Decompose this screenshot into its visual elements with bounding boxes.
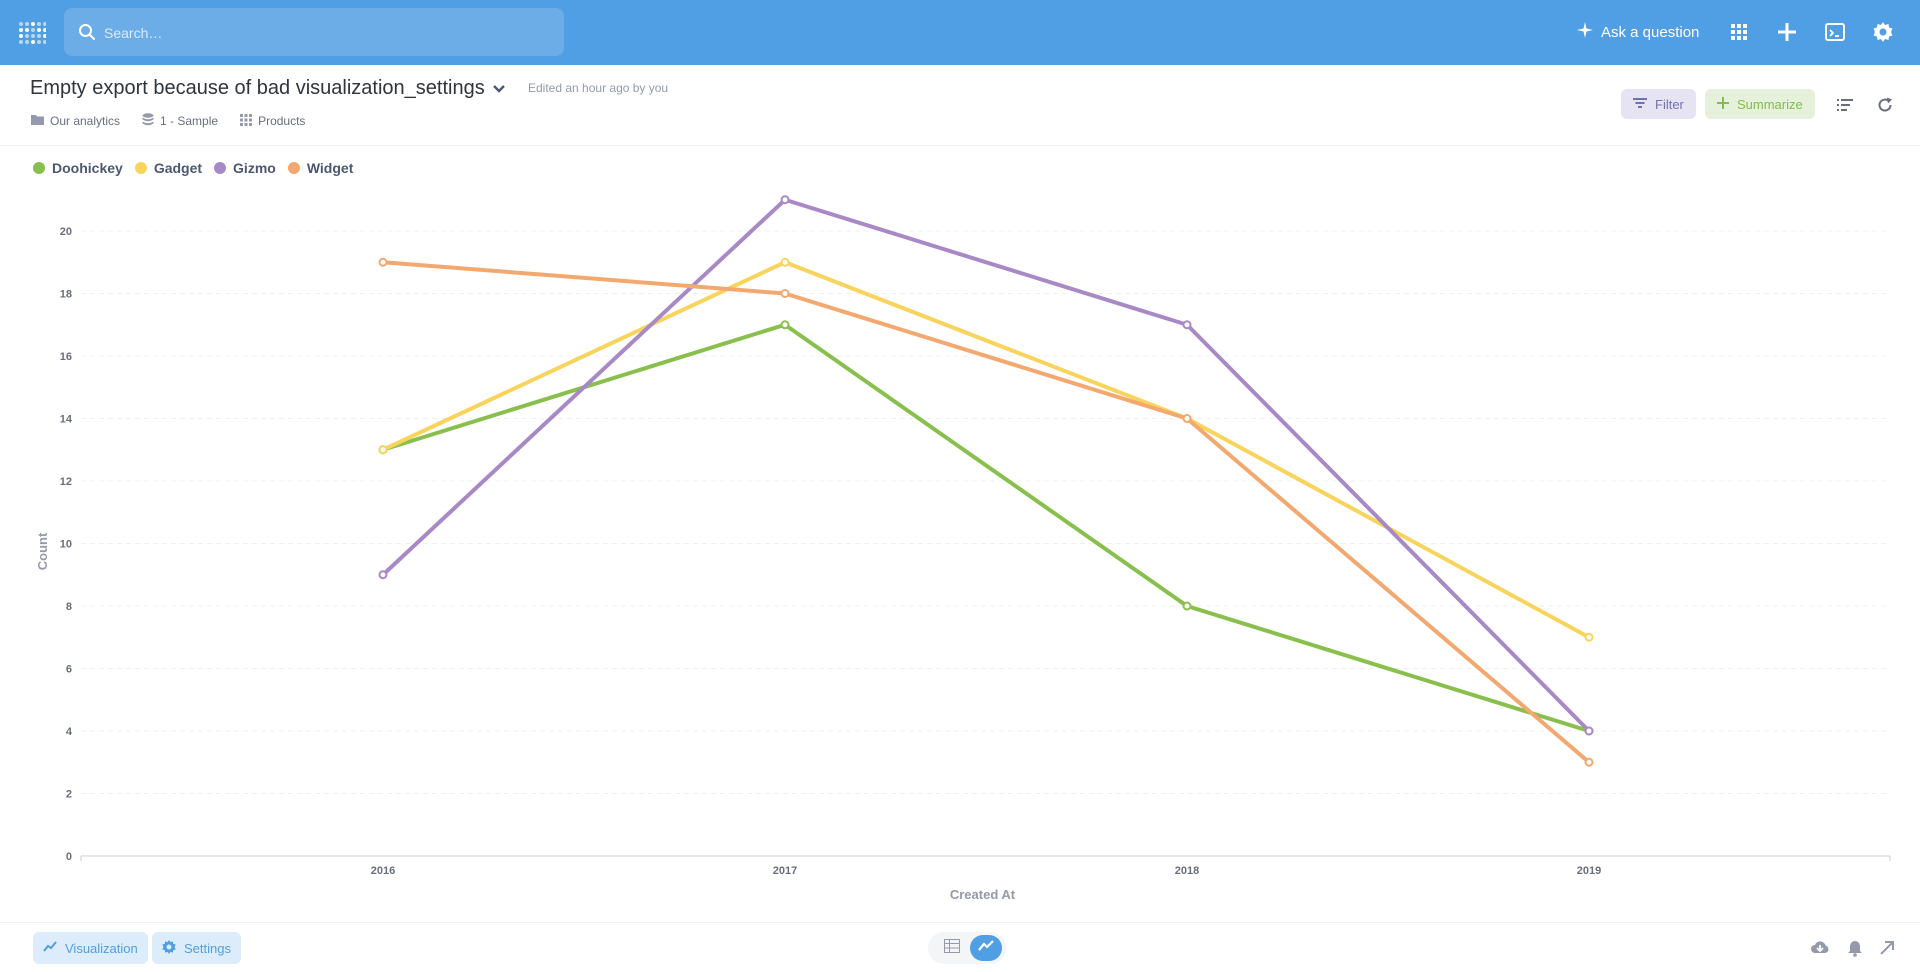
sql-editor-icon[interactable] (1823, 20, 1847, 44)
filter-label: Filter (1655, 96, 1684, 112)
series-line-gadget[interactable] (381, 260, 1591, 640)
metabase-logo-icon[interactable] (18, 18, 47, 48)
legend-item-widget[interactable]: Widget (287, 160, 354, 176)
filter-icon (1633, 97, 1647, 112)
question-header: Empty export because of bad visualizatio… (0, 65, 1920, 146)
legend-item-doohickey[interactable]: Doohickey (33, 160, 123, 176)
data-point-gadget[interactable] (378, 445, 388, 455)
y-tick-label: 6 (66, 664, 72, 676)
data-point-doohickey[interactable] (780, 320, 790, 330)
notebook-list-icon[interactable] (1836, 96, 1854, 114)
data-point-widget[interactable] (1182, 414, 1192, 423)
visualization-button[interactable]: Visualization (33, 932, 148, 964)
y-tick-label: 4 (66, 726, 73, 738)
legend-item-gizmo[interactable]: Gizmo (214, 160, 276, 176)
legend-label: Gizmo (233, 160, 276, 176)
x-tick-label: 2019 (1577, 865, 1601, 877)
series-line-widget[interactable] (381, 260, 1591, 765)
page-title[interactable]: Empty export because of bad visualizatio… (30, 77, 485, 100)
plus-icon[interactable] (1775, 20, 1799, 44)
search-input[interactable] (102, 8, 546, 58)
x-axis-label: Created At (950, 887, 1016, 902)
edited-info[interactable]: Edited an hour ago by you (528, 81, 668, 95)
legend-label: Gadget (153, 160, 203, 176)
legend-dot (33, 162, 45, 174)
line-chart: 0 2 4 6 8 10 12 14 16 18 20 2016 2017 2018 2019 Created… (35, 195, 1891, 902)
data-point-widget[interactable] (378, 257, 388, 267)
gear-icon (162, 939, 176, 957)
plus-icon (1717, 96, 1729, 112)
y-tick-label: 12 (60, 476, 72, 488)
legend-item-gadget[interactable]: Gadget (134, 160, 203, 176)
y-tick-label: 18 (60, 289, 72, 301)
y-tick-label: 20 (60, 226, 72, 238)
data-point-gizmo[interactable] (1182, 320, 1192, 330)
settings-label: Settings (184, 940, 231, 956)
table-icon (944, 938, 960, 958)
data-point-gadget[interactable] (1584, 632, 1594, 642)
top-navbar: Ask a question (0, 0, 1920, 65)
grid-icon[interactable] (1727, 20, 1751, 44)
line-chart-icon (43, 940, 57, 956)
expand-arrow-icon[interactable] (1877, 938, 1897, 958)
summarize-button[interactable]: Summarize (1705, 89, 1815, 119)
breadcrumb-collection-label: Our analytics (50, 114, 121, 128)
footer-bar: Visualization Settings (0, 922, 1920, 972)
data-point-widget[interactable] (1584, 757, 1594, 767)
y-tick-label: 0 (66, 851, 72, 863)
legend-label: Widget (306, 160, 354, 176)
data-point-widget[interactable] (780, 289, 790, 298)
legend-dot (134, 162, 147, 174)
data-point-gizmo[interactable] (1584, 726, 1594, 736)
y-axis-label: Count (35, 532, 50, 570)
breadcrumb-table-label: Products (258, 114, 306, 128)
filter-button[interactable]: Filter (1621, 89, 1696, 119)
visualization-label: Visualization (65, 940, 138, 956)
x-tick-label: 2017 (773, 865, 797, 877)
chart-view-toggle[interactable] (970, 935, 1002, 961)
refresh-icon[interactable] (1876, 96, 1894, 114)
breadcrumb: Our analytics 1 - Sample Products (31, 113, 327, 129)
data-point-gizmo[interactable] (378, 570, 388, 580)
summarize-label: Summarize (1737, 96, 1803, 112)
folder-icon (31, 114, 44, 128)
data-point-gadget[interactable] (780, 257, 790, 267)
legend-label: Doohickey (52, 160, 123, 176)
chevron-down-icon[interactable] (492, 82, 506, 101)
bell-icon[interactable] (1845, 938, 1865, 958)
y-tick-label: 2 (66, 789, 72, 801)
y-tick-label: 14 (60, 414, 73, 426)
ask-question-button[interactable]: Ask a question (1577, 20, 1699, 44)
search-icon (78, 23, 96, 46)
breadcrumb-table[interactable]: Products (240, 113, 306, 129)
x-tick-label: 2016 (371, 865, 395, 877)
y-tick-label: 16 (60, 351, 72, 363)
legend-dot (214, 162, 227, 174)
settings-button[interactable]: Settings (152, 932, 241, 964)
download-icon[interactable] (1810, 938, 1830, 958)
ask-question-label: Ask a question (1601, 23, 1700, 41)
database-icon (142, 113, 154, 129)
view-toggle (928, 932, 1006, 964)
table-grid-icon (240, 113, 253, 129)
chart-legend: Doohickey Gadget Gizmo Widget (33, 160, 365, 176)
gear-icon[interactable] (1871, 20, 1895, 44)
series-line-doohickey[interactable] (381, 322, 1591, 733)
search-bar[interactable] (64, 8, 564, 58)
line-chart-icon (978, 939, 994, 957)
y-tick-label: 10 (60, 539, 72, 551)
table-view-toggle[interactable] (936, 935, 968, 961)
y-tick-label: 8 (66, 601, 72, 613)
data-point-doohickey[interactable] (1182, 601, 1192, 611)
x-tick-label: 2018 (1175, 865, 1199, 877)
legend-dot (287, 162, 300, 174)
breadcrumb-collection[interactable]: Our analytics (31, 114, 120, 128)
breadcrumb-database-label: 1 - Sample (160, 114, 219, 128)
sparkle-icon (1577, 22, 1593, 42)
data-point-gizmo[interactable] (780, 195, 790, 205)
breadcrumb-database[interactable]: 1 - Sample (142, 113, 218, 129)
